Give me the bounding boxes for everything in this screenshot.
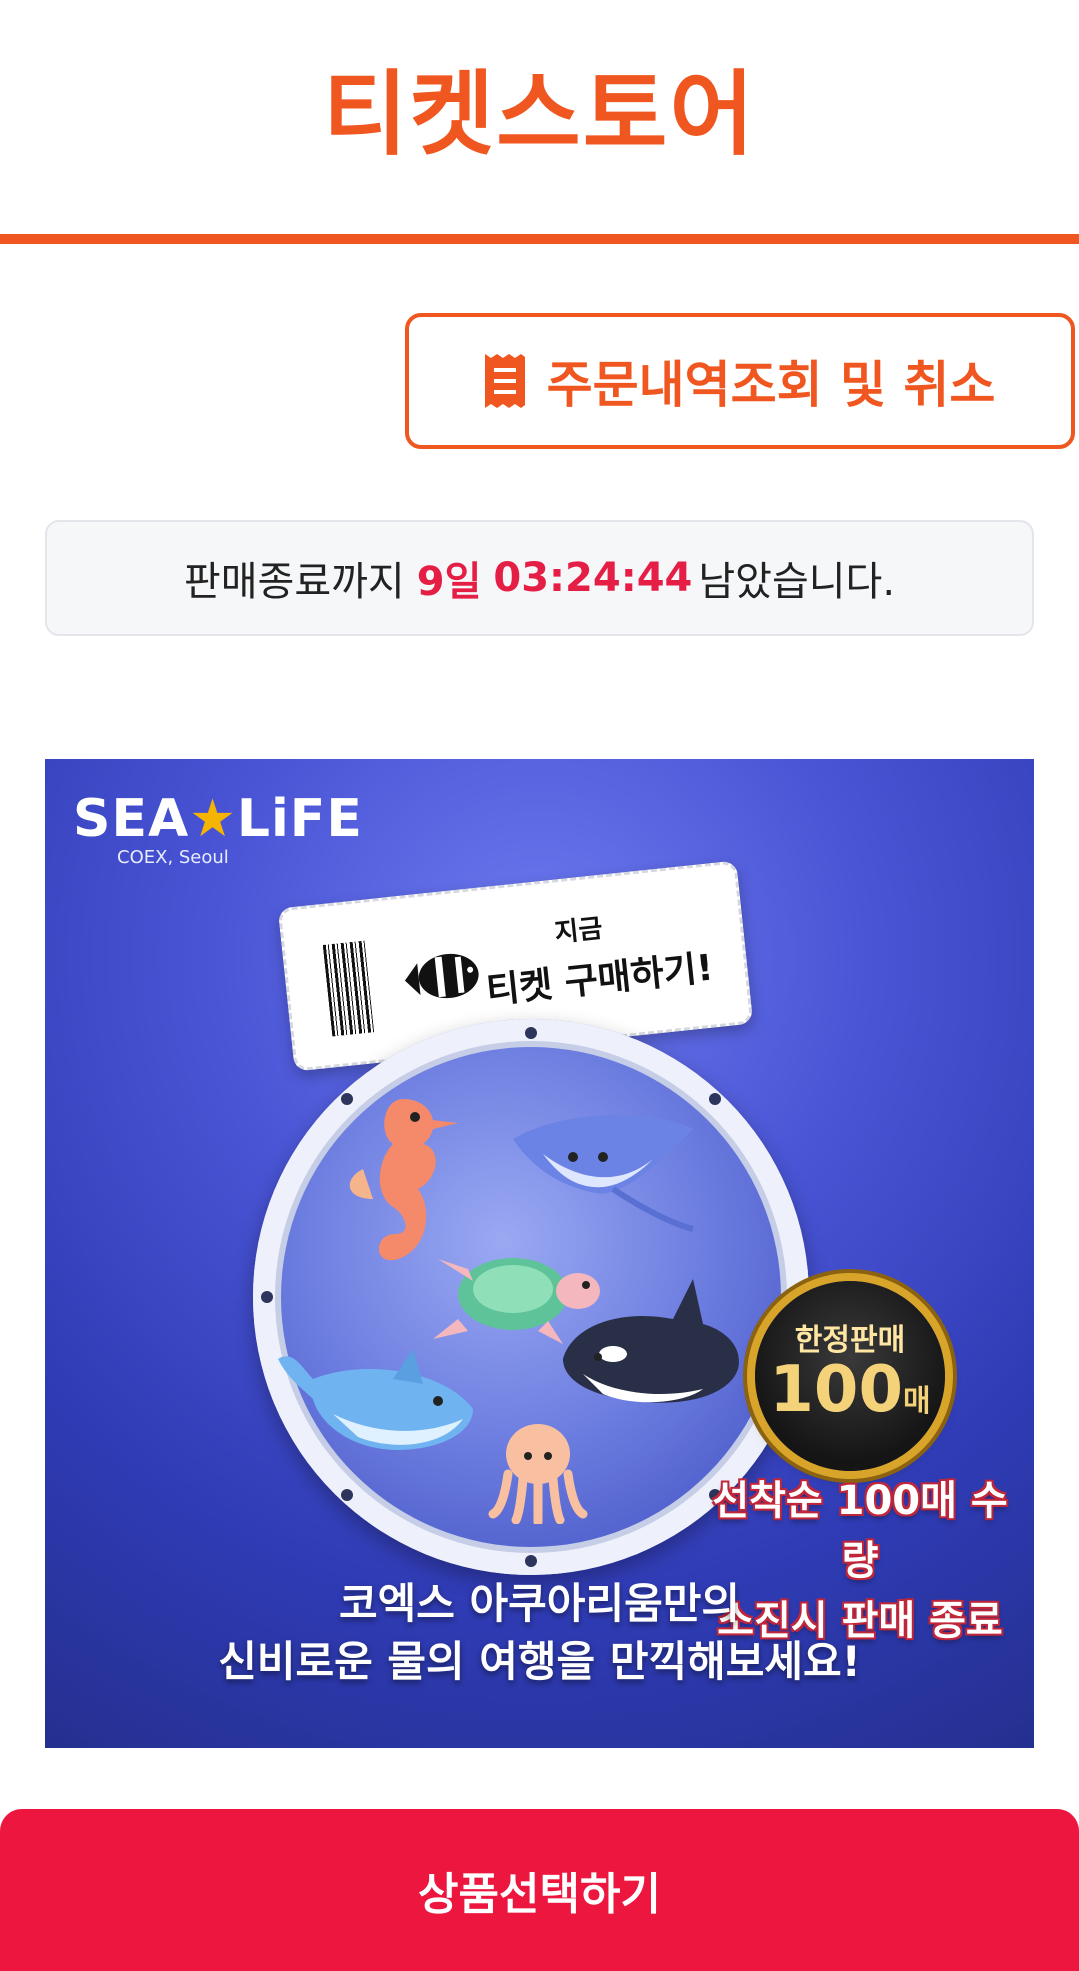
rivet-icon [709, 1093, 721, 1105]
tagline-line2: 신비로운 물의 여행을 만끽해보세요! [218, 1637, 861, 1686]
countdown-prefix: 판매종료까지 [183, 559, 405, 605]
logo-text-left: SEA [73, 789, 190, 849]
rivet-icon [525, 1027, 537, 1039]
ticket-line1: 지금 [553, 913, 604, 949]
header-divider [0, 234, 1079, 244]
dolphin-icon [273, 1319, 493, 1473]
rivet-icon [341, 1489, 353, 1501]
countdown-suffix: 남았습니다. [698, 559, 896, 605]
order-history-button[interactable]: 주문내역조회 및 취소 [405, 313, 1075, 449]
limited-sale-badge: 한정판매 100매 [755, 1281, 945, 1471]
rivet-icon [261, 1291, 273, 1303]
order-history-label: 주문내역조회 및 취소 [546, 356, 996, 414]
notice-line1: 선착순 100매 수량 [712, 1478, 1008, 1584]
sealife-logo: SEA★LiFE COEX, Seoul [73, 789, 363, 868]
promo-banner[interactable]: SEA★LiFE COEX, Seoul 지금 티켓 구매하기! 한정판매 10… [45, 759, 1034, 1748]
countdown-time: 03:24:44 [493, 555, 693, 601]
stingray-icon [503, 1099, 703, 1253]
select-product-button[interactable]: 상품선택하기 [0, 1809, 1079, 1971]
star-icon: ★ [189, 789, 237, 849]
ticket-line2: 티켓 구매하기! [484, 947, 716, 1013]
receipt-icon [484, 354, 525, 408]
sale-countdown: 판매종료까지 9일 03:24:44 남았습니다. [45, 520, 1034, 636]
logo-text-right: LiFE [236, 789, 363, 849]
badge-unit: 매 [902, 1384, 931, 1419]
tagline-line1: 코엑스 아쿠아리움만의 [338, 1579, 741, 1628]
banner-tagline: 코엑스 아쿠아리움만의 신비로운 물의 여행을 만끽해보세요! [45, 1575, 1034, 1691]
logo-subtitle: COEX, Seoul [117, 847, 229, 868]
badge-number: 100 [769, 1353, 903, 1427]
clownfish-icon [398, 945, 484, 1013]
octopus-icon [488, 1414, 588, 1528]
orca-icon [553, 1269, 753, 1423]
page-title: 티켓스토어 [322, 61, 757, 168]
countdown-days: 9일 [416, 559, 482, 605]
barcode-icon [322, 940, 375, 1037]
rivet-icon [525, 1555, 537, 1567]
page-header: 티켓스토어 [0, 0, 1079, 234]
